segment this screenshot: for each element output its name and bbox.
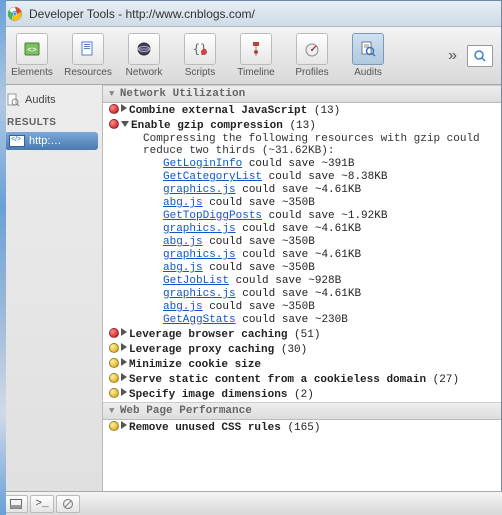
expand-icon[interactable] [121, 104, 127, 112]
elements-icon: <> [16, 33, 48, 65]
resource-link[interactable]: graphics.js [163, 288, 236, 300]
scripts-icon: {} [184, 33, 216, 65]
resource-item: abg.js could save ~350B [163, 197, 501, 210]
console-button[interactable]: >_ [30, 495, 54, 513]
severity-dot-yellow [109, 388, 119, 398]
tab-label: Profiles [295, 67, 328, 78]
tab-elements[interactable]: <> Elements [5, 33, 59, 78]
sidebar-result-label: http:… [29, 135, 61, 147]
rule-unused-css[interactable]: Remove unused CSS rules (165) [103, 420, 501, 435]
sidebar-audits-label: Audits [25, 94, 56, 106]
resource-item: GetTopDiggPosts could save ~1.92KB [163, 210, 501, 223]
resource-item: abg.js could save ~350B [163, 301, 501, 314]
resource-item: GetCategoryList could save ~8.38KB [163, 171, 501, 184]
section-web-page-performance[interactable]: Web Page Performance [103, 402, 501, 420]
resource-item: abg.js could save ~350B [163, 236, 501, 249]
rule-gzip-description: Compressing the following resources with… [103, 133, 501, 158]
tab-label: Resources [64, 67, 112, 78]
devtools-window: Developer Tools - http://www.cnblogs.com… [0, 0, 502, 493]
tab-label: Elements [11, 67, 53, 78]
expand-icon[interactable] [121, 343, 127, 351]
expand-icon[interactable] [121, 421, 127, 429]
toolbar: <> Elements Resources Network {} Scripts… [1, 27, 501, 85]
rule-browser-caching[interactable]: Leverage browser caching (51) [103, 327, 501, 342]
tab-label: Scripts [185, 67, 216, 78]
body: Audits RESULTS http:… Network Utilizatio… [1, 85, 501, 492]
severity-dot-yellow [109, 343, 119, 353]
resource-item: GetJobList could save ~928B [163, 275, 501, 288]
resource-item: graphics.js could save ~4.61KB [163, 288, 501, 301]
chrome-icon [7, 6, 23, 22]
resource-link[interactable]: abg.js [163, 301, 203, 313]
tab-timeline[interactable]: Timeline [229, 33, 283, 78]
audits-icon [352, 33, 384, 65]
svg-text:<>: <> [27, 45, 37, 54]
resource-link[interactable]: abg.js [163, 236, 203, 248]
severity-dot-yellow [109, 421, 119, 431]
rule-combine-js[interactable]: Combine external JavaScript (13) [103, 103, 501, 118]
profiles-icon [296, 33, 328, 65]
resource-link[interactable]: GetJobList [163, 275, 229, 287]
resource-link[interactable]: abg.js [163, 197, 203, 209]
statusbar: >_ [0, 491, 502, 515]
network-icon [128, 33, 160, 65]
clear-button[interactable] [56, 495, 80, 513]
page-icon [9, 135, 25, 147]
tab-scripts[interactable]: {} Scripts [173, 33, 227, 78]
resource-item: graphics.js could save ~4.61KB [163, 223, 501, 236]
tab-resources[interactable]: Resources [61, 33, 115, 78]
expand-icon[interactable] [121, 328, 127, 336]
sidebar-audits[interactable]: Audits [3, 89, 100, 111]
titlebar[interactable]: Developer Tools - http://www.cnblogs.com… [1, 1, 501, 27]
rule-cookieless-domain[interactable]: Serve static content from a cookieless d… [103, 372, 501, 387]
more-button[interactable]: » [440, 47, 465, 65]
gzip-resource-list: GetLoginInfo could save ~391BGetCategory… [103, 158, 501, 327]
rule-image-dimensions[interactable]: Specify image dimensions (2) [103, 387, 501, 402]
severity-dot-red [109, 104, 119, 114]
rule-cookie-size[interactable]: Minimize cookie size [103, 357, 501, 372]
decorative-edge [0, 0, 6, 515]
section-network-utilization[interactable]: Network Utilization [103, 85, 501, 103]
resource-item: graphics.js could save ~4.61KB [163, 184, 501, 197]
severity-dot-yellow [109, 358, 119, 368]
tab-label: Timeline [237, 67, 274, 78]
search-input[interactable] [467, 45, 493, 67]
tab-profiles[interactable]: Profiles [285, 33, 339, 78]
resource-item: GetLoginInfo could save ~391B [163, 158, 501, 171]
expand-icon[interactable] [121, 358, 127, 366]
audits-small-icon [5, 92, 21, 108]
rule-proxy-caching[interactable]: Leverage proxy caching (30) [103, 342, 501, 357]
resource-link[interactable]: graphics.js [163, 249, 236, 261]
resource-link[interactable]: GetTopDiggPosts [163, 210, 262, 222]
dock-button[interactable] [4, 495, 28, 513]
tab-audits[interactable]: Audits [341, 33, 395, 78]
severity-dot-yellow [109, 373, 119, 383]
resource-item: GetAggStats could save ~230B [163, 314, 501, 327]
tab-network[interactable]: Network [117, 33, 171, 78]
resource-link[interactable]: graphics.js [163, 184, 236, 196]
resource-link[interactable]: GetLoginInfo [163, 158, 242, 170]
sidebar-results-header: RESULTS [3, 111, 100, 130]
resource-link[interactable]: GetCategoryList [163, 171, 262, 183]
window-title: Developer Tools - http://www.cnblogs.com… [29, 7, 255, 21]
audit-results[interactable]: Network Utilization Combine external Jav… [103, 85, 501, 492]
expand-icon[interactable] [121, 388, 127, 396]
severity-dot-red [109, 328, 119, 338]
collapse-icon[interactable] [121, 121, 129, 127]
resource-item: graphics.js could save ~4.61KB [163, 249, 501, 262]
resource-item: abg.js could save ~350B [163, 262, 501, 275]
sidebar: Audits RESULTS http:… [1, 85, 103, 492]
sidebar-result-item[interactable]: http:… [5, 132, 98, 150]
resource-link[interactable]: GetAggStats [163, 314, 236, 326]
severity-dot-red [109, 119, 119, 129]
timeline-icon [240, 33, 272, 65]
tab-label: Audits [354, 67, 382, 78]
resource-link[interactable]: graphics.js [163, 223, 236, 235]
tab-label: Network [126, 67, 163, 78]
rule-gzip[interactable]: Enable gzip compression (13) [103, 118, 501, 133]
expand-icon[interactable] [121, 373, 127, 381]
resource-link[interactable]: abg.js [163, 262, 203, 274]
resources-icon [72, 33, 104, 65]
